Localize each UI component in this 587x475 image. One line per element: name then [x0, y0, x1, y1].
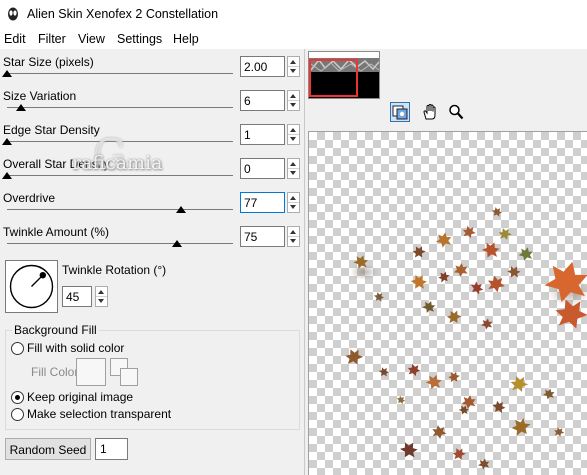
make-transparent-radio[interactable]	[11, 408, 24, 421]
arrow-up-icon[interactable]	[290, 196, 296, 200]
navigator-icon	[392, 105, 408, 120]
edge-star-density-label: Edge Star Density	[3, 123, 100, 137]
arrow-up-icon[interactable]	[290, 230, 296, 234]
star-size-slider-track[interactable]	[7, 73, 233, 74]
random-seed-input[interactable]: 1	[95, 438, 128, 460]
star-size-stepper[interactable]	[287, 56, 300, 77]
edge-star-density-stepper[interactable]	[287, 124, 300, 145]
overall-star-density-slider-thumb[interactable]	[2, 172, 12, 179]
hand-tool-button[interactable]	[420, 102, 440, 122]
fill-color-label: Fill Color	[31, 365, 79, 379]
overall-star-density-stepper[interactable]	[287, 158, 300, 179]
overall-star-density-input[interactable]: 0	[240, 158, 285, 179]
twinkle-rotation-input[interactable]: 45	[62, 286, 92, 307]
navigator-tool-button[interactable]	[390, 102, 410, 122]
twinkle-amount-stepper[interactable]	[287, 226, 300, 247]
zoom-tool-button[interactable]	[446, 102, 466, 122]
keep-original-label[interactable]: Keep original image	[27, 390, 133, 404]
background-fill-legend: Background Fill	[12, 323, 99, 337]
edge-star-density-slider-thumb[interactable]	[2, 138, 12, 145]
size-variation-stepper[interactable]	[287, 90, 300, 111]
twinkle-amount-input[interactable]: 75	[240, 226, 285, 247]
zoom-icon	[449, 104, 464, 120]
twinkle-rotation-label: Twinkle Rotation (°)	[62, 263, 167, 277]
size-variation-slider-track[interactable]	[7, 107, 233, 108]
size-variation-label: Size Variation	[3, 89, 77, 103]
rotation-dial-icon	[9, 264, 54, 309]
arrow-down-icon[interactable]	[98, 299, 104, 303]
twinkle-amount-slider-thumb[interactable]	[171, 240, 182, 247]
twinkle-amount-slider-track[interactable]	[7, 243, 233, 244]
arrow-down-icon[interactable]	[290, 205, 296, 209]
star-size-slider-thumb[interactable]	[2, 70, 12, 77]
watermark-text: raficamia	[72, 152, 163, 174]
overdrive-label: Overdrive	[3, 191, 56, 205]
random-seed-button[interactable]: Random Seed	[5, 438, 91, 460]
menu-bar: Edit Filter View Settings Help	[0, 30, 587, 49]
menu-filter[interactable]: Filter	[38, 32, 66, 46]
menu-edit[interactable]: Edit	[4, 32, 26, 46]
arrow-down-icon[interactable]	[290, 171, 296, 175]
star-size-label: Star Size (pixels)	[3, 55, 94, 69]
arrow-down-icon[interactable]	[290, 69, 296, 73]
overdrive-stepper[interactable]	[287, 192, 300, 213]
make-transparent-label[interactable]: Make selection transparent	[27, 407, 171, 421]
arrow-up-icon[interactable]	[290, 128, 296, 132]
overdrive-input[interactable]: 77	[240, 192, 285, 213]
leaf-cluster	[342, 205, 587, 471]
preview-canvas[interactable]	[308, 131, 587, 475]
panel-divider	[304, 49, 305, 475]
fill-color-swatch[interactable]	[76, 358, 106, 386]
hand-icon	[423, 103, 436, 120]
navigator-thumbnail[interactable]	[308, 51, 380, 99]
twinkle-rotation-stepper[interactable]	[95, 286, 108, 307]
rotation-dial[interactable]	[5, 260, 58, 313]
title-bar: Alien Skin Xenofex 2 Constellation	[0, 0, 587, 30]
navigator-view-rect[interactable]	[309, 59, 358, 97]
edge-star-density-input[interactable]: 1	[240, 124, 285, 145]
keep-original-radio[interactable]	[11, 391, 24, 404]
arrow-down-icon[interactable]	[290, 239, 296, 243]
star-size-input[interactable]: 2.00	[240, 56, 285, 77]
color-picker-front-swatch[interactable]	[120, 368, 138, 386]
overdrive-slider-track[interactable]	[7, 209, 233, 210]
arrow-up-icon[interactable]	[98, 290, 104, 294]
fill-solid-color-label[interactable]: Fill with solid color	[27, 341, 124, 355]
arrow-down-icon[interactable]	[290, 103, 296, 107]
size-variation-input[interactable]: 6	[240, 90, 285, 111]
arrow-up-icon[interactable]	[290, 162, 296, 166]
arrow-up-icon[interactable]	[290, 94, 296, 98]
menu-settings[interactable]: Settings	[117, 32, 162, 46]
twinkle-amount-label: Twinkle Amount (%)	[3, 225, 110, 239]
arrow-down-icon[interactable]	[290, 137, 296, 141]
autumn-leaves-preview-image	[342, 205, 587, 471]
arrow-up-icon[interactable]	[290, 60, 296, 64]
fill-solid-color-radio[interactable]	[11, 342, 24, 355]
overdrive-slider-thumb[interactable]	[176, 206, 187, 213]
size-variation-slider-thumb[interactable]	[15, 104, 26, 111]
menu-view[interactable]: View	[78, 32, 105, 46]
window-title: Alien Skin Xenofex 2 Constellation	[27, 7, 219, 21]
menu-help[interactable]: Help	[173, 32, 199, 46]
alien-skin-logo-icon	[8, 7, 18, 21]
